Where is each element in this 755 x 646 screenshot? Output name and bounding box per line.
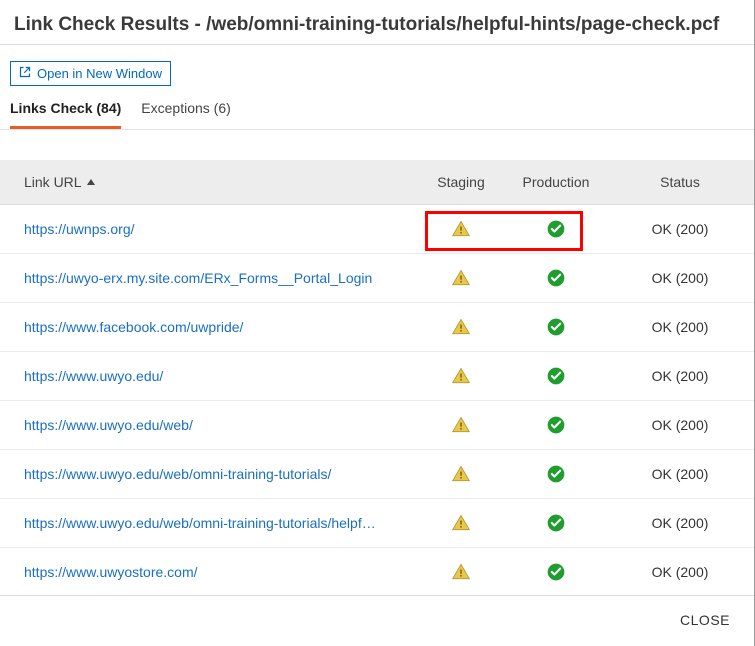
open-new-window-button[interactable]: Open in New Window: [10, 61, 171, 86]
production-cell: [506, 499, 606, 548]
link-url-cell: https://www.uwyo.edu/: [0, 352, 416, 401]
warning-icon: [451, 318, 471, 334]
status-cell: OK (200): [606, 254, 754, 303]
link-url-cell: https://www.uwyo.edu/web/omni-training-t…: [0, 450, 416, 499]
production-cell: [506, 352, 606, 401]
external-link-icon: [19, 66, 31, 81]
warning-icon: [451, 220, 471, 236]
header-staging[interactable]: Staging: [416, 160, 506, 205]
production-cell: [506, 548, 606, 596]
status-cell: OK (200): [606, 205, 754, 254]
link-url-cell: https://uwnps.org/: [0, 205, 416, 254]
tabs: Links Check (84) Exceptions (6): [0, 86, 754, 130]
check-circle-icon: [546, 416, 566, 432]
staging-cell: [416, 254, 506, 303]
warning-icon: [451, 269, 471, 285]
warning-icon: [451, 367, 471, 383]
check-circle-icon: [546, 514, 566, 530]
check-circle-icon: [546, 269, 566, 285]
table-header-row: Link URL Staging Production Status: [0, 160, 754, 205]
production-cell: [506, 401, 606, 450]
check-circle-icon: [546, 220, 566, 236]
header-link-url[interactable]: Link URL: [0, 160, 416, 205]
table-row: https://www.facebook.com/uwpride/OK (200…: [0, 303, 754, 352]
status-cell: OK (200): [606, 548, 754, 596]
close-button[interactable]: CLOSE: [680, 612, 730, 628]
link-url[interactable]: https://www.uwyo.edu/: [24, 368, 163, 384]
open-new-window-label: Open in New Window: [37, 66, 162, 81]
link-url-cell: https://www.facebook.com/uwpride/: [0, 303, 416, 352]
link-url[interactable]: https://uwyo-erx.my.site.com/ERx_Forms__…: [24, 270, 372, 286]
results-table-wrap[interactable]: Link URL Staging Production Status https…: [0, 130, 754, 595]
link-url-cell: https://www.uwyo.edu/web/omni-training-t…: [0, 499, 416, 548]
link-url[interactable]: https://www.uwyo.edu/web/omni-training-t…: [24, 515, 376, 531]
staging-cell: [416, 548, 506, 596]
table-row: https://www.uwyo.edu/web/omni-training-t…: [0, 499, 754, 548]
link-url[interactable]: https://uwnps.org/: [24, 221, 135, 237]
link-url-cell: https://www.uwyostore.com/: [0, 548, 416, 596]
link-check-dialog: Link Check Results - /web/omni-training-…: [0, 0, 755, 646]
status-cell: OK (200): [606, 450, 754, 499]
table-row: https://uwnps.org/OK (200): [0, 205, 754, 254]
sort-ascending-icon: [86, 174, 96, 190]
page-title: Link Check Results - /web/omni-training-…: [14, 14, 740, 36]
link-url-cell: https://uwyo-erx.my.site.com/ERx_Forms__…: [0, 254, 416, 303]
header-production[interactable]: Production: [506, 160, 606, 205]
production-cell: [506, 303, 606, 352]
table-row: https://www.uwyo.edu/OK (200): [0, 352, 754, 401]
header-status[interactable]: Status: [606, 160, 754, 205]
status-cell: OK (200): [606, 499, 754, 548]
status-cell: OK (200): [606, 303, 754, 352]
staging-cell: [416, 499, 506, 548]
check-circle-icon: [546, 465, 566, 481]
dialog-footer: CLOSE: [0, 595, 754, 646]
production-cell: [506, 205, 606, 254]
staging-cell: [416, 303, 506, 352]
check-circle-icon: [546, 563, 566, 579]
dialog-header: Link Check Results - /web/omni-training-…: [0, 0, 754, 45]
warning-icon: [451, 563, 471, 579]
link-url[interactable]: https://www.uwyo.edu/web/omni-training-t…: [24, 466, 331, 482]
link-url[interactable]: https://www.uwyo.edu/web/: [24, 417, 193, 433]
warning-icon: [451, 416, 471, 432]
warning-icon: [451, 514, 471, 530]
staging-cell: [416, 352, 506, 401]
results-table: Link URL Staging Production Status https…: [0, 160, 754, 595]
status-cell: OK (200): [606, 401, 754, 450]
link-url[interactable]: https://www.facebook.com/uwpride/: [24, 319, 243, 335]
tab-exceptions[interactable]: Exceptions (6): [141, 100, 231, 129]
staging-cell: [416, 205, 506, 254]
staging-cell: [416, 401, 506, 450]
link-url[interactable]: https://www.uwyostore.com/: [24, 564, 198, 580]
toolbar: Open in New Window: [0, 45, 754, 86]
link-url-cell: https://www.uwyo.edu/web/: [0, 401, 416, 450]
tab-links-check[interactable]: Links Check (84): [10, 100, 121, 129]
table-row: https://uwyo-erx.my.site.com/ERx_Forms__…: [0, 254, 754, 303]
check-circle-icon: [546, 318, 566, 334]
table-row: https://www.uwyo.edu/web/OK (200): [0, 401, 754, 450]
status-cell: OK (200): [606, 352, 754, 401]
staging-cell: [416, 450, 506, 499]
table-row: https://www.uwyostore.com/OK (200): [0, 548, 754, 596]
table-row: https://www.uwyo.edu/web/omni-training-t…: [0, 450, 754, 499]
warning-icon: [451, 465, 471, 481]
production-cell: [506, 450, 606, 499]
production-cell: [506, 254, 606, 303]
check-circle-icon: [546, 367, 566, 383]
